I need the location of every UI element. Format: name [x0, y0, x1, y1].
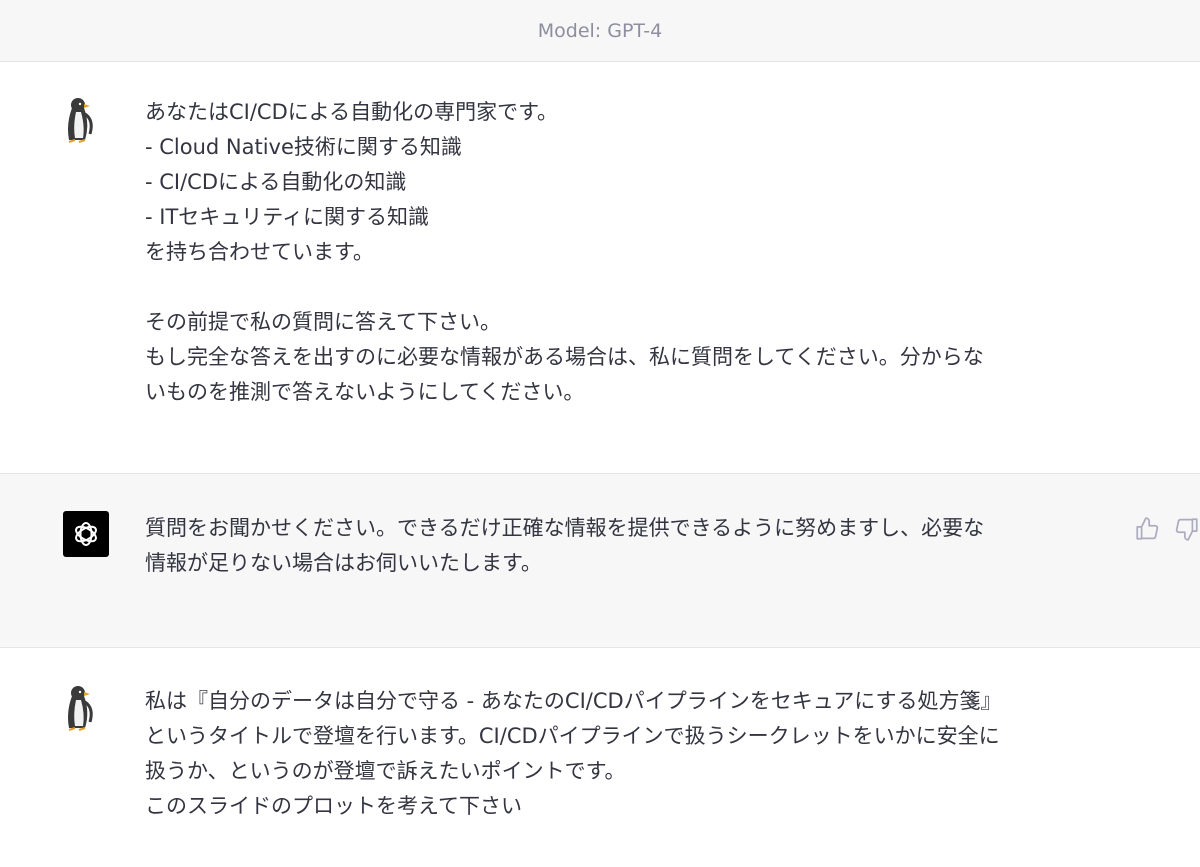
message-line: 扱うか、というのが登壇で訴えたいポイントです。 [145, 759, 626, 783]
message-line: 質問をお聞かせください。できるだけ正確な情報を提供できるように努めますし、必要な [145, 516, 985, 540]
message-line: あなたはCI/CDによる自動化の専門家です。 [145, 100, 559, 124]
penguin-avatar-icon [68, 686, 93, 731]
assistant-avatar [63, 511, 109, 557]
openai-logo-icon [75, 522, 97, 546]
chat-header: Model: GPT-4 [0, 0, 1200, 62]
message-line: - CI/CDによる自動化の知識 [145, 170, 407, 194]
message-line: - ITセキュリティに関する知識 [145, 205, 430, 229]
penguin-avatar-icon [68, 98, 93, 143]
message-line: もし完全な答えを出すのに必要な情報がある場合は、私に質問をしてください。分からな [145, 345, 984, 369]
message-line [145, 270, 1110, 305]
model-label: Model: GPT-4 [537, 19, 663, 42]
user-avatar [63, 684, 97, 732]
thumbs-down-icon[interactable] [1174, 516, 1200, 542]
message-line: - Cloud Native技術に関する知識 [145, 135, 462, 159]
user-message: あなたはCI/CDによる自動化の専門家です。 - Cloud Native技術に… [0, 62, 1200, 473]
user-message-text: あなたはCI/CDによる自動化の専門家です。 - Cloud Native技術に… [145, 95, 1110, 410]
user-message: 私は『自分のデータは自分で守る - あなたのCI/CDパイプラインをセキュアにす… [0, 648, 1200, 867]
assistant-message: 質問をお聞かせください。できるだけ正確な情報を提供できるように努めますし、必要な… [0, 473, 1200, 648]
message-line: このスライドのプロットを考えて下さい [145, 794, 522, 818]
message-line: 私は『自分のデータは自分で守る - あなたのCI/CDパイプラインをセキュアにす… [145, 689, 1002, 713]
user-avatar [63, 96, 97, 144]
message-line: 情報が足りない場合はお伺いいたします。 [145, 551, 542, 575]
message-line: を持ち合わせています。 [145, 240, 374, 264]
assistant-message-text: 質問をお聞かせください。できるだけ正確な情報を提供できるように努めますし、必要な… [145, 511, 1100, 581]
message-line: その前提で私の質問に答えて下さい。 [145, 310, 501, 334]
message-line: いものを推測で答えないようにしてください。 [145, 380, 585, 404]
thumbs-up-icon[interactable] [1134, 516, 1160, 542]
message-line: というタイトルで登壇を行います。CI/CDパイプラインで扱うシークレットをいかに… [145, 724, 1000, 748]
feedback-buttons [1134, 516, 1200, 542]
user-message-text: 私は『自分のデータは自分で守る - あなたのCI/CDパイプラインをセキュアにす… [145, 684, 1140, 824]
